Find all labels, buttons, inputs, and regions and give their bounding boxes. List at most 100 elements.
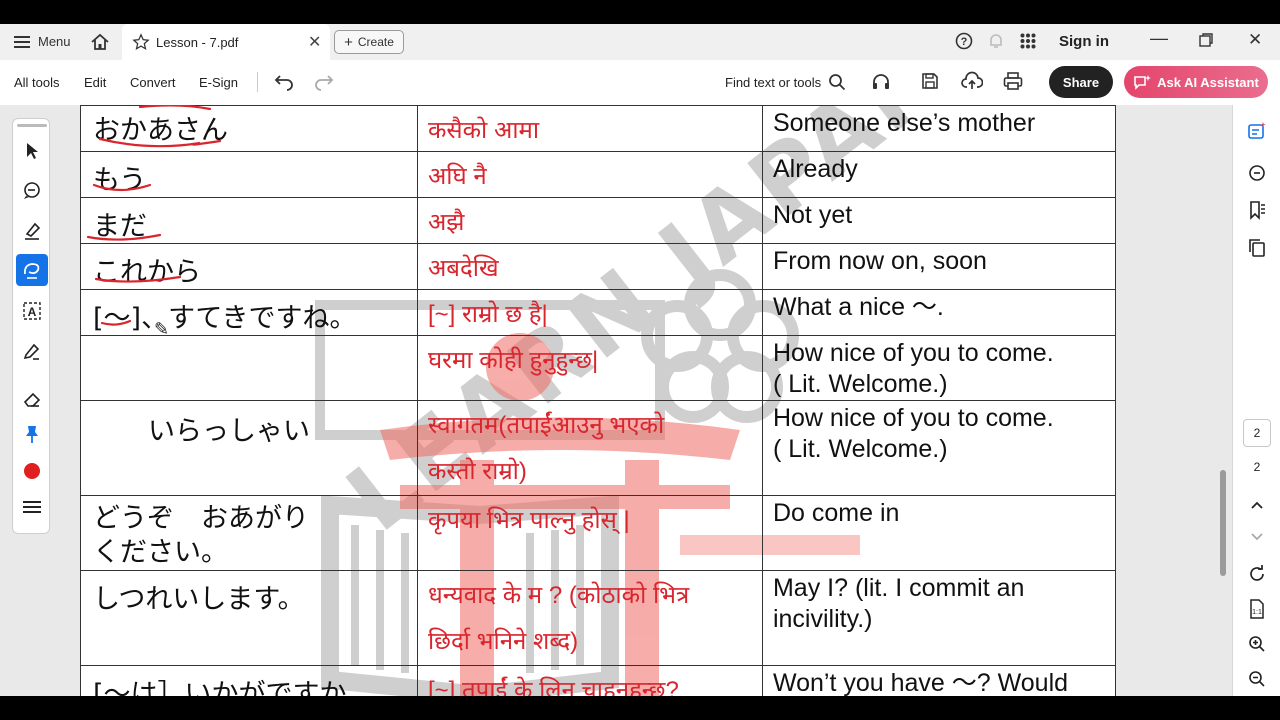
english-cell: How nice of you to come. ( Lit. Welcome.… xyxy=(761,335,1116,401)
english-cell: Not yet xyxy=(761,197,1116,244)
left-tool-rail: A xyxy=(12,118,50,534)
zoom-in-button[interactable] xyxy=(1245,632,1269,656)
print-icon[interactable] xyxy=(1003,72,1023,90)
bell-icon xyxy=(990,34,1002,48)
cloud-upload-icon[interactable] xyxy=(961,71,983,91)
text-box-icon: A xyxy=(23,302,41,320)
comments-panel-button[interactable] xyxy=(1245,161,1269,185)
ai-generative-summary-button[interactable] xyxy=(1245,119,1269,143)
create-label: Create xyxy=(357,35,394,49)
minimize-button[interactable]: — xyxy=(1150,28,1168,49)
highlighter-icon xyxy=(25,222,41,240)
eraser-tool-button[interactable] xyxy=(20,387,44,411)
ai-assistant-button[interactable]: Ask AI Assistant xyxy=(1124,66,1268,98)
english-cell: From now on, soon xyxy=(761,243,1116,290)
nepali-text: धन्यवाद के म ? (कोठाको भित्र छिर्दा भनिन… xyxy=(427,582,690,655)
english-cell: How nice of you to come. ( Lit. Welcome.… xyxy=(761,400,1116,496)
underline-stroke xyxy=(94,275,182,283)
document-viewport[interactable]: LEARN JAPANESE おかあさん कसैको आमा Someone e… xyxy=(0,105,1232,696)
close-tab-icon[interactable]: ✕ xyxy=(308,32,321,52)
zoom-in-icon xyxy=(1249,636,1265,652)
english-text: May I? (lit. I commit an incivility.) xyxy=(772,574,1025,633)
nepali-cell: स्वागतम(तपाईंआउनु भएको कस्तो राम्रो) xyxy=(416,400,763,496)
notifications-button[interactable] xyxy=(987,32,1005,50)
top-black-bar xyxy=(0,0,1280,24)
stroke-width-button[interactable] xyxy=(20,495,44,519)
handwritten-annotations xyxy=(86,105,222,326)
nepali-cell: कृपया भित्र पाल्नु होस् | xyxy=(416,495,763,571)
esign-menu[interactable]: E-Sign xyxy=(199,75,238,90)
japanese-text: しつれいします。 xyxy=(93,584,305,615)
bookmark-icon xyxy=(1250,201,1265,220)
nepali-text: अझै xyxy=(427,209,465,236)
next-page-button[interactable] xyxy=(1245,525,1269,549)
english-text: Won’t you have ～? Would xyxy=(772,669,1069,696)
tab-bar: Menu Lesson - 7.pdf ✕ + Create ? Sign in… xyxy=(0,24,1280,60)
svg-text:A: A xyxy=(28,305,37,319)
highlight-tool-button[interactable] xyxy=(20,219,44,243)
edit-menu[interactable]: Edit xyxy=(84,75,106,90)
sign-tool-button[interactable] xyxy=(20,339,44,363)
ai-sparkle-icon xyxy=(1134,75,1152,90)
vertical-scrollbar[interactable] xyxy=(1220,470,1226,576)
color-picker-button[interactable] xyxy=(20,459,44,483)
previous-page-button[interactable] xyxy=(1245,493,1269,517)
rotate-button[interactable] xyxy=(1245,562,1269,586)
close-window-button[interactable]: ✕ xyxy=(1248,30,1262,50)
pdf-page[interactable]: LEARN JAPANESE おかあさん कसैको आमा Someone e… xyxy=(80,105,1116,696)
japanese-cell: [～は］いかがですか。 xyxy=(80,665,418,696)
nepali-text: कसैको आमा xyxy=(427,117,540,144)
comments-icon xyxy=(1249,165,1265,181)
bookmarks-panel-button[interactable] xyxy=(1245,198,1269,222)
copy-pages-icon xyxy=(1249,239,1265,257)
pin-tool-button[interactable] xyxy=(20,422,44,446)
help-button[interactable]: ? xyxy=(955,32,973,50)
sign-in-link[interactable]: Sign in xyxy=(1059,33,1109,50)
comment-tool-button[interactable] xyxy=(20,179,44,203)
create-button[interactable]: + Create xyxy=(334,30,404,54)
color-swatch-icon xyxy=(24,463,40,479)
ai-summary-icon xyxy=(1248,122,1266,139)
text-select-tool-button[interactable]: A xyxy=(20,299,44,323)
apps-grid-icon xyxy=(1020,33,1036,49)
home-button[interactable] xyxy=(90,32,110,52)
english-text: What a nice ～. xyxy=(772,293,944,321)
undo-icon[interactable] xyxy=(274,73,294,91)
page-number-input[interactable]: 2 xyxy=(1243,419,1271,447)
menu-button[interactable]: Menu xyxy=(14,34,71,49)
save-icon[interactable] xyxy=(921,72,939,90)
underline-stroke xyxy=(138,105,212,111)
home-icon xyxy=(91,33,109,50)
english-text: Do come in xyxy=(772,499,900,527)
redo-icon[interactable] xyxy=(314,73,334,91)
select-tool-button[interactable] xyxy=(20,139,44,163)
nepali-text: [~] तपाईं के लिन चाहनुहुन्छ? xyxy=(427,677,679,696)
nepali-cell: कसैको आमा xyxy=(416,105,763,152)
share-button[interactable]: Share xyxy=(1049,66,1113,98)
ai-assistant-label: Ask AI Assistant xyxy=(1157,74,1259,90)
maximize-button[interactable] xyxy=(1199,33,1213,47)
find-text-field[interactable]: Find text or tools xyxy=(725,75,821,90)
zoom-out-button[interactable] xyxy=(1245,667,1269,691)
drag-handle[interactable] xyxy=(17,124,47,127)
underline-stroke xyxy=(86,233,162,241)
hamburger-icon xyxy=(14,35,30,48)
chevron-down-icon xyxy=(1251,533,1263,541)
svg-text:?: ? xyxy=(961,36,968,48)
chevron-up-icon xyxy=(1251,501,1263,509)
english-cell: May I? (lit. I commit an incivility.) xyxy=(761,570,1116,666)
english-text: Already xyxy=(772,155,858,183)
draw-tool-button[interactable] xyxy=(16,254,48,286)
svg-text:1:1: 1:1 xyxy=(1252,609,1262,616)
search-icon[interactable] xyxy=(828,73,846,91)
pages-panel-button[interactable] xyxy=(1245,236,1269,260)
apps-button[interactable] xyxy=(1020,33,1036,49)
cursor-arrow-icon xyxy=(27,143,38,159)
nepali-cell: धन्यवाद के म ? (कोठाको भित्र छिर्दा भनिन… xyxy=(416,570,763,666)
tab-document[interactable]: Lesson - 7.pdf ✕ xyxy=(122,24,330,60)
fit-page-button[interactable]: 1:1 xyxy=(1245,597,1269,621)
all-tools-menu[interactable]: All tools xyxy=(14,75,60,90)
star-icon[interactable] xyxy=(132,33,150,51)
read-aloud-icon[interactable] xyxy=(871,73,891,91)
convert-menu[interactable]: Convert xyxy=(130,75,176,90)
